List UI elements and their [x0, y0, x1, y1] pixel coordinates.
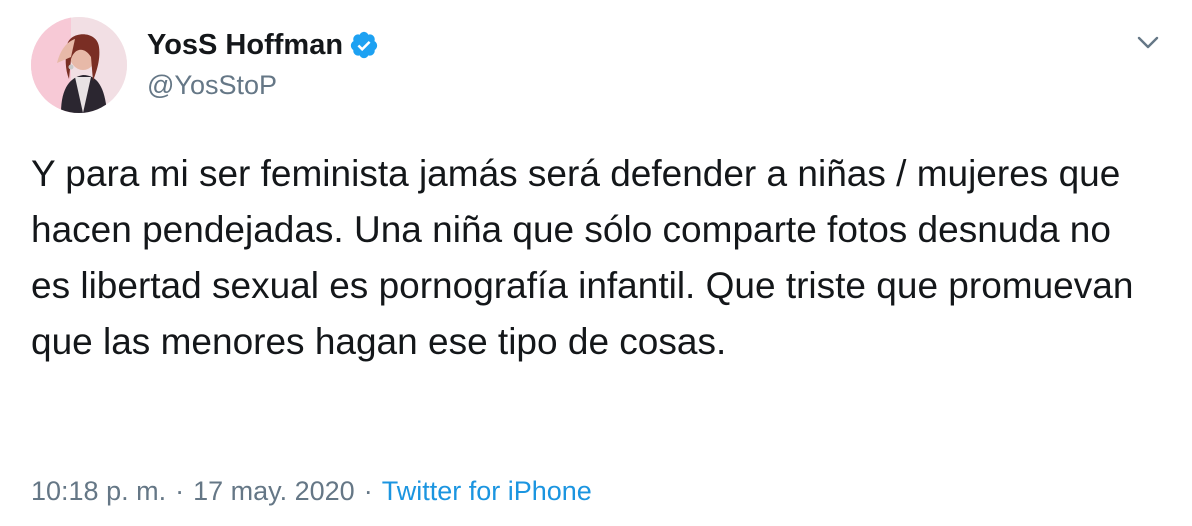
tweet-card: YosS Hoffman @YosStoP Y para mi ser femi… — [0, 0, 1192, 526]
avatar[interactable] — [31, 17, 127, 113]
tweet-text: Y para mi ser feminista jamás será defen… — [31, 153, 1134, 362]
user-handle[interactable]: @YosStoP — [147, 70, 277, 101]
tweet-date[interactable]: 17 may. 2020 — [193, 476, 355, 506]
profile-photo-icon — [31, 17, 127, 113]
tweet-source-link[interactable]: Twitter for iPhone — [382, 476, 592, 506]
chevron-down-icon[interactable] — [1132, 26, 1164, 58]
display-name[interactable]: YosS Hoffman — [147, 29, 343, 62]
author-name-row[interactable]: YosS Hoffman — [147, 28, 379, 62]
verified-badge-icon — [349, 30, 379, 60]
meta-separator: · — [363, 476, 373, 506]
meta-separator: · — [175, 476, 185, 506]
tweet-meta: 10:18 p. m. · 17 may. 2020 · Twitter for iPh… — [31, 476, 592, 507]
tweet-time[interactable]: 10:18 p. m. — [31, 476, 166, 506]
